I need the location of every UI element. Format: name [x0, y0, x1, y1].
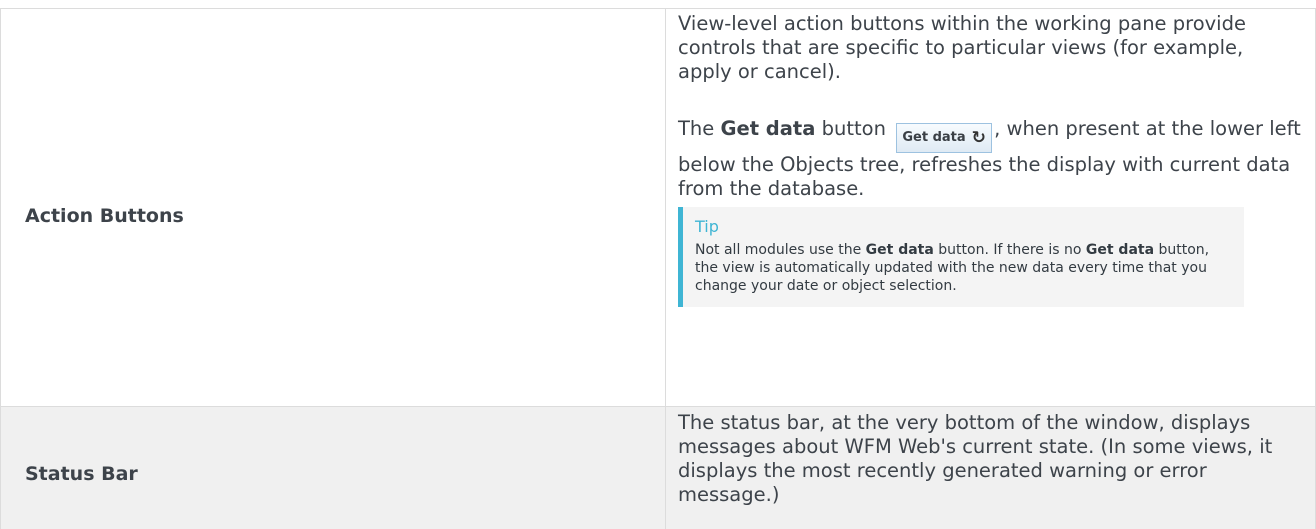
- tip-title: Tip: [695, 217, 719, 236]
- term-action-buttons: Action Buttons: [25, 204, 184, 227]
- refresh-icon: ↻: [971, 128, 986, 148]
- description-paragraph: View-level action buttons within the wor…: [678, 12, 1246, 83]
- tip-box: Tip Not all modules use the Get data but…: [678, 207, 1244, 307]
- term-cell: Action Buttons: [0, 9, 666, 406]
- description-paragraph: The status bar, at the very bottom of th…: [678, 411, 1273, 506]
- get-data-bold: Get data: [720, 117, 816, 140]
- table-row: Status Bar The status bar, at the very b…: [0, 407, 1316, 529]
- get-data-button-image: Get data ↻: [896, 123, 993, 153]
- term-cell: Status Bar: [0, 407, 666, 529]
- description-cell: View-level action buttons within the wor…: [666, 9, 1316, 406]
- definitions-table: Action Buttons View-level action buttons…: [0, 8, 1316, 529]
- term-status-bar: Status Bar: [25, 463, 138, 485]
- get-data-button-label: Get data: [902, 130, 966, 145]
- description-cell: The status bar, at the very bottom of th…: [666, 407, 1316, 529]
- description-paragraph: The Get data button Get data ↻, when pres…: [678, 117, 1301, 200]
- table-row: Action Buttons View-level action buttons…: [0, 8, 1316, 407]
- tip-body: Not all modules use the Get data button.…: [695, 242, 1210, 294]
